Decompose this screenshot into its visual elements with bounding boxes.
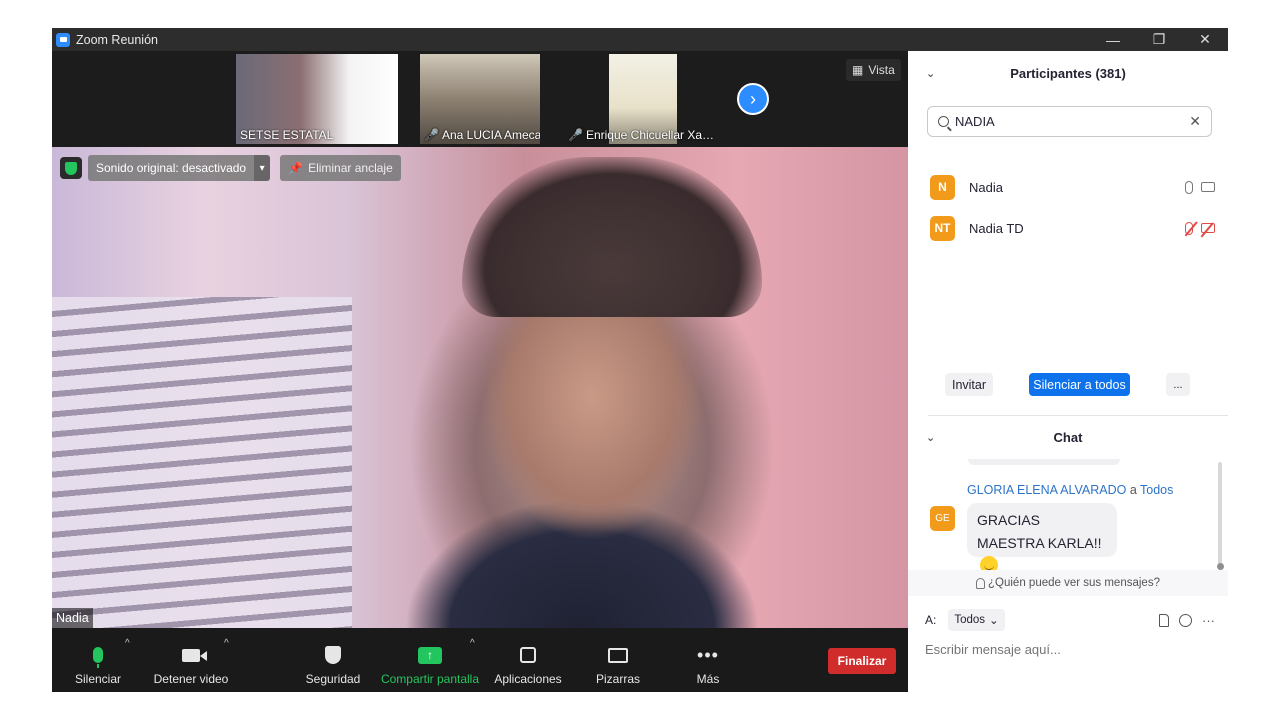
more-dots-icon: ••• xyxy=(697,645,719,665)
chat-scrollbar[interactable] xyxy=(1218,462,1222,570)
chevron-down-icon[interactable]: ⌄ xyxy=(926,67,935,80)
participant-name: Nadia xyxy=(969,179,1003,195)
search-icon xyxy=(938,116,949,127)
thumbnail-strip: SETSE ESTATAL 🎤 Ana LUCIA Ameca 🎤 Enriqu… xyxy=(52,51,908,147)
chevron-down-icon[interactable]: ▾ xyxy=(254,155,271,181)
thumbnail-name: 🎤 Ana LUCIA Ameca xyxy=(424,128,540,142)
participant-name: Nadia TD xyxy=(969,220,1024,236)
share-options-caret[interactable]: ^ xyxy=(470,638,475,649)
next-page-button[interactable]: › xyxy=(737,83,769,115)
apps-icon xyxy=(520,647,536,663)
whiteboards-button[interactable]: Pizarras xyxy=(595,628,641,692)
participants-more-button[interactable]: ... xyxy=(1166,373,1190,396)
participant-row[interactable]: NT Nadia TD xyxy=(930,214,1215,242)
chat-recipient-row: A: Todos ⌄ ··· xyxy=(925,609,1215,631)
video-off-icon xyxy=(1201,223,1215,233)
share-screen-icon: ↑ xyxy=(418,646,442,664)
muted-microphone-icon xyxy=(1185,221,1193,235)
message-text: GRACIAS MAESTRA KARLA!! xyxy=(977,512,1102,551)
end-meeting-button[interactable]: Finalizar xyxy=(828,648,896,674)
avatar: NT xyxy=(930,215,955,241)
muted-mic-icon: 🎤 xyxy=(568,128,583,142)
chat-more-icon[interactable]: ··· xyxy=(1202,613,1215,628)
meeting-toolbar: Silenciar ^ Detener video ^ Seguridad ↑ … xyxy=(52,628,908,692)
restore-button[interactable]: ❐ xyxy=(1136,28,1182,51)
window-title: Zoom Reunión xyxy=(76,32,158,47)
scrollbar-thumb[interactable] xyxy=(1217,563,1224,570)
whiteboard-icon xyxy=(608,647,628,663)
chevron-right-icon: › xyxy=(750,88,756,109)
message-meta: GLORIA ELENA ALVARADO a Todos xyxy=(967,483,1173,497)
speaker-name-label: Nadia xyxy=(52,608,93,628)
original-sound-toggle[interactable]: Sonido original: desactivado xyxy=(88,155,255,181)
pin-icon: 📌 xyxy=(288,161,304,175)
muted-mic-icon: 🎤 xyxy=(424,128,439,142)
chat-message-input[interactable] xyxy=(925,639,1215,659)
audio-options-caret[interactable]: ^ xyxy=(125,638,130,649)
video-camera-icon xyxy=(182,648,207,662)
chat-header: ⌄ Chat xyxy=(908,416,1228,458)
file-icon[interactable] xyxy=(1159,613,1169,627)
invite-button[interactable]: Invitar xyxy=(945,373,993,396)
apps-button[interactable]: Aplicaciones xyxy=(493,628,563,692)
message-connector: a xyxy=(1129,483,1137,497)
background-stairs xyxy=(52,297,352,628)
recipient-select[interactable]: Todos ⌄ xyxy=(948,609,1005,631)
zoom-logo-icon xyxy=(56,32,70,47)
participant-row[interactable]: N Nadia xyxy=(930,173,1215,201)
meeting-stage: SETSE ESTATAL 🎤 Ana LUCIA Ameca 🎤 Enriqu… xyxy=(52,51,908,692)
mute-all-button[interactable]: Silenciar a todos xyxy=(1029,373,1130,396)
thumbnail-name: SETSE ESTATAL xyxy=(240,128,334,142)
message-bubble: GRACIAS MAESTRA KARLA!! xyxy=(967,503,1117,574)
mute-button[interactable]: Silenciar xyxy=(72,628,124,692)
zoom-window: Zoom Reunión — ❐ ✕ SETSE ESTATAL 🎤 Ana L… xyxy=(52,28,1228,692)
thumbnail-video[interactable]: 🎤 Enrique Chicuellar Xa… xyxy=(564,54,724,144)
encryption-shield-icon[interactable] xyxy=(60,157,82,179)
clear-search-icon[interactable]: ✕ xyxy=(1189,113,1201,130)
video-overlay-controls: Sonido original: desactivado ▾ 📌 Elimina… xyxy=(60,155,401,181)
search-value: NADIA xyxy=(955,114,995,129)
avatar: GE xyxy=(930,506,955,531)
microphone-icon xyxy=(1185,180,1193,194)
emoji-icon[interactable] xyxy=(1179,613,1192,627)
security-button[interactable]: Seguridad xyxy=(304,628,362,692)
participants-title: Participantes (381) xyxy=(1010,65,1126,81)
close-window-button[interactable]: ✕ xyxy=(1182,28,1228,51)
more-button[interactable]: ••• Más xyxy=(690,628,726,692)
message-recipient[interactable]: Todos xyxy=(1140,483,1173,497)
view-button[interactable]: ▦ Vista xyxy=(846,59,901,81)
grid-icon: ▦ xyxy=(852,63,864,77)
title-bar: Zoom Reunión — ❐ ✕ xyxy=(52,28,1228,51)
share-screen-button[interactable]: ↑ Compartir pantalla xyxy=(380,628,480,692)
thumbnail-video[interactable]: SETSE ESTATAL xyxy=(236,54,398,144)
person-icon xyxy=(976,577,986,589)
participants-header: ⌄ Participantes (381) xyxy=(908,51,1228,95)
main-video[interactable]: Sonido original: desactivado ▾ 📌 Elimina… xyxy=(52,147,908,628)
minimize-button[interactable]: — xyxy=(1090,28,1136,51)
previous-message-bubble xyxy=(968,459,1120,465)
who-can-see-link[interactable]: ¿Quién puede ver sus mensajes? xyxy=(908,570,1228,596)
to-label: A: xyxy=(925,613,937,627)
shield-icon xyxy=(325,646,341,664)
participant-search-input[interactable]: NADIA ✕ xyxy=(927,106,1212,137)
unpin-button[interactable]: 📌 Eliminar anclaje xyxy=(280,155,401,181)
chevron-down-icon: ⌄ xyxy=(989,615,999,627)
side-panel: ⌄ Participantes (381) NADIA ✕ N Nadia NT… xyxy=(908,51,1228,692)
chat-title: Chat xyxy=(1053,429,1083,445)
video-options-caret[interactable]: ^ xyxy=(224,638,229,649)
video-camera-icon xyxy=(1201,182,1215,192)
avatar: N xyxy=(930,174,955,200)
thumbnail-video[interactable]: 🎤 Ana LUCIA Ameca xyxy=(420,54,540,144)
window-controls: — ❐ ✕ xyxy=(1090,28,1228,51)
thumbnail-name: 🎤 Enrique Chicuellar Xa… xyxy=(568,128,715,142)
microphone-icon xyxy=(93,647,103,668)
chevron-down-icon[interactable]: ⌄ xyxy=(926,431,935,444)
stop-video-button[interactable]: Detener video xyxy=(152,628,230,692)
message-sender[interactable]: GLORIA ELENA ALVARADO xyxy=(967,483,1126,497)
